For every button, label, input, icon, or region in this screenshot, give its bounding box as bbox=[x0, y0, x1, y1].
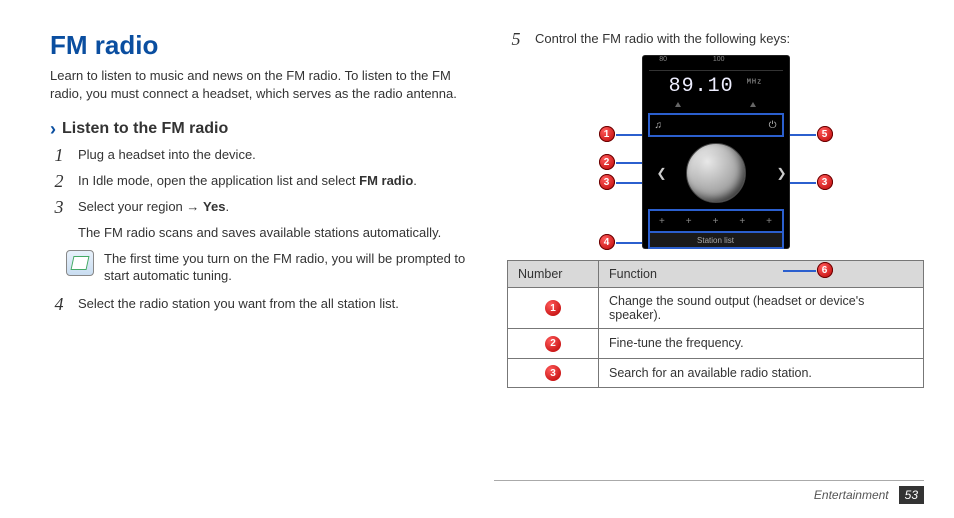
row-badge: 3 bbox=[545, 365, 561, 381]
seek-right-icon: ❯ bbox=[775, 166, 789, 180]
power-icon: ⏻ bbox=[769, 120, 777, 131]
tune-left-icon bbox=[675, 102, 681, 107]
scale-tick: 100 bbox=[713, 56, 725, 63]
callout-2: 2 bbox=[599, 154, 615, 170]
step-body: Select your region → Yes. bbox=[78, 198, 467, 216]
subheading-text: Listen to the FM radio bbox=[62, 120, 228, 138]
col-function: Function bbox=[599, 261, 924, 288]
step-2: 2 In Idle mode, open the application lis… bbox=[50, 172, 467, 190]
step-text: In Idle mode, open the application list … bbox=[78, 173, 359, 188]
preset-slot: + bbox=[659, 216, 665, 227]
scale-tick: 80 bbox=[659, 56, 667, 63]
footer-rule bbox=[494, 480, 924, 481]
function-table: Number Function 1 Change the sound outpu… bbox=[507, 260, 924, 388]
step-body: Select the radio station you want from t… bbox=[78, 295, 467, 313]
callout-lead bbox=[783, 270, 816, 272]
step-number: 5 bbox=[507, 30, 525, 48]
page-footer: Entertainment 53 bbox=[814, 486, 924, 504]
row-function: Search for an available radio station. bbox=[599, 358, 924, 388]
step-3-note: The FM radio scans and saves available s… bbox=[78, 224, 467, 242]
station-list-bar: Station list bbox=[649, 232, 783, 248]
intro-text: Learn to listen to music and news on the… bbox=[50, 67, 467, 102]
radio-screen: 80 100 89.10 MHz ♫ ⏻ ❮ bbox=[643, 56, 789, 248]
page-number: 53 bbox=[899, 486, 924, 504]
callout-6: 6 bbox=[817, 262, 833, 278]
frequency-scale: 80 100 bbox=[649, 56, 783, 71]
step-4: 4 Select the radio station you want from… bbox=[50, 295, 467, 313]
headset-icon: ♫ bbox=[655, 120, 663, 131]
callout-3-right: 3 bbox=[817, 174, 833, 190]
row-badge: 2 bbox=[545, 336, 561, 352]
chevron-right-icon: › bbox=[50, 120, 56, 138]
tune-right-icon bbox=[750, 102, 756, 107]
step-text-bold: FM radio bbox=[359, 173, 413, 188]
right-column: 5 Control the FM radio with the followin… bbox=[507, 30, 924, 490]
step-number: 4 bbox=[50, 295, 68, 313]
table-row: 1 Change the sound output (headset or de… bbox=[508, 288, 924, 329]
step-text: Select your region → bbox=[78, 199, 203, 214]
step-body: Plug a headset into the device. bbox=[78, 146, 467, 164]
table-row: 2 Fine-tune the frequency. bbox=[508, 329, 924, 359]
left-column: FM radio Learn to listen to music and ne… bbox=[50, 30, 467, 490]
row-function: Change the sound output (headset or devi… bbox=[599, 288, 924, 329]
callout-3-left: 3 bbox=[599, 174, 615, 190]
output-power-bar: ♫ ⏻ bbox=[649, 114, 783, 136]
seek-left-icon: ❮ bbox=[655, 166, 669, 180]
row-badge: 1 bbox=[545, 300, 561, 316]
step-body: In Idle mode, open the application list … bbox=[78, 172, 467, 190]
note-text: The first time you turn on the FM radio,… bbox=[104, 250, 467, 285]
callout-4: 4 bbox=[599, 234, 615, 250]
callout-5: 5 bbox=[817, 126, 833, 142]
note-icon bbox=[66, 250, 94, 276]
table-row: 3 Search for an available radio station. bbox=[508, 358, 924, 388]
section-name: Entertainment bbox=[814, 488, 889, 502]
step-number: 3 bbox=[50, 198, 68, 216]
step-text: . bbox=[413, 173, 417, 188]
step-1: 1 Plug a headset into the device. bbox=[50, 146, 467, 164]
col-number: Number bbox=[508, 261, 599, 288]
step-text-bold: Yes bbox=[203, 199, 225, 214]
dial-row: ❮ ❯ bbox=[649, 138, 783, 208]
frequency-unit: MHz bbox=[747, 78, 763, 86]
frequency-display: 89.10 MHz bbox=[643, 71, 789, 100]
preset-row: + + + + + bbox=[649, 210, 783, 232]
info-note: The first time you turn on the FM radio,… bbox=[66, 250, 467, 285]
row-function: Fine-tune the frequency. bbox=[599, 329, 924, 359]
preset-slot: + bbox=[713, 216, 719, 227]
step-number: 1 bbox=[50, 146, 68, 164]
fm-radio-illustration: 1 2 3 4 5 3 6 80 100 89.10 MHz bbox=[621, 56, 811, 248]
frequency-value: 89.10 bbox=[669, 75, 734, 98]
step-body: Control the FM radio with the following … bbox=[535, 30, 924, 48]
preset-slot: + bbox=[766, 216, 772, 227]
tuning-dial bbox=[686, 143, 746, 203]
subheading: › Listen to the FM radio bbox=[50, 120, 467, 138]
step-3: 3 Select your region → Yes. bbox=[50, 198, 467, 216]
preset-slot: + bbox=[739, 216, 745, 227]
page-title: FM radio bbox=[50, 30, 467, 61]
step-5: 5 Control the FM radio with the followin… bbox=[507, 30, 924, 48]
callout-1: 1 bbox=[599, 126, 615, 142]
fine-tune-row bbox=[649, 100, 783, 112]
table-header-row: Number Function bbox=[508, 261, 924, 288]
step-text: . bbox=[225, 199, 229, 214]
preset-slot: + bbox=[686, 216, 692, 227]
step-number: 2 bbox=[50, 172, 68, 190]
